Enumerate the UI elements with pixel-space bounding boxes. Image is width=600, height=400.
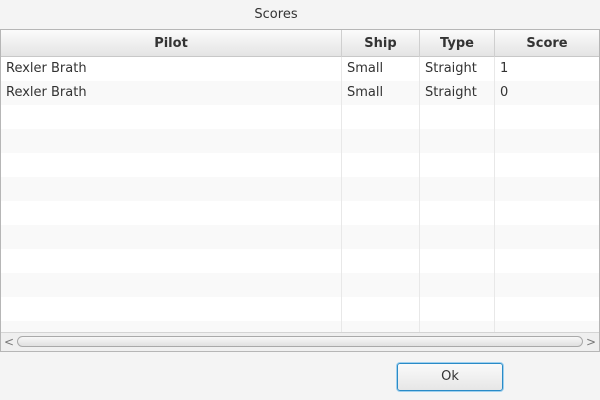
empty-cell bbox=[495, 297, 599, 321]
empty-cell bbox=[495, 201, 599, 225]
empty-row bbox=[1, 129, 599, 153]
empty-cell bbox=[342, 201, 420, 225]
scores-dialog: Scores Pilot Ship Type Score Rexler Brat… bbox=[0, 0, 600, 400]
empty-cell bbox=[1, 201, 342, 225]
empty-cell bbox=[342, 177, 420, 201]
empty-cell bbox=[1, 225, 342, 249]
scores-table[interactable]: Pilot Ship Type Score Rexler Brath Small… bbox=[0, 29, 600, 352]
pilot-cell: Rexler Brath bbox=[1, 81, 342, 105]
empty-row bbox=[1, 297, 599, 321]
empty-cell bbox=[420, 273, 495, 297]
empty-cell bbox=[342, 321, 420, 332]
empty-row bbox=[1, 249, 599, 273]
empty-row bbox=[1, 321, 599, 332]
empty-cell bbox=[495, 225, 599, 249]
empty-cell bbox=[1, 153, 342, 177]
empty-cell bbox=[495, 321, 599, 332]
empty-cell bbox=[420, 177, 495, 201]
empty-cell bbox=[495, 273, 599, 297]
empty-cell bbox=[420, 297, 495, 321]
empty-cell bbox=[420, 321, 495, 332]
empty-cell bbox=[420, 225, 495, 249]
pilot-cell: Rexler Brath bbox=[1, 57, 342, 81]
table-header: Pilot Ship Type Score bbox=[1, 30, 599, 57]
ship-cell: Small bbox=[342, 81, 420, 105]
table-body: Rexler Brath Small Straight 1 Rexler Bra… bbox=[1, 57, 599, 332]
scroll-right-icon[interactable]: > bbox=[584, 333, 598, 351]
empty-cell bbox=[342, 249, 420, 273]
empty-cell bbox=[495, 177, 599, 201]
ship-cell: Small bbox=[342, 57, 420, 81]
empty-row bbox=[1, 153, 599, 177]
empty-row bbox=[1, 273, 599, 297]
empty-cell bbox=[420, 129, 495, 153]
empty-cell bbox=[342, 225, 420, 249]
ok-button[interactable]: Ok bbox=[397, 363, 503, 391]
horizontal-scrollbar[interactable]: < > bbox=[1, 332, 599, 351]
empty-cell bbox=[342, 153, 420, 177]
dialog-title: Scores bbox=[254, 7, 298, 22]
type-cell: Straight bbox=[420, 81, 495, 105]
table-row[interactable]: Rexler Brath Small Straight 0 bbox=[1, 81, 599, 105]
empty-row bbox=[1, 177, 599, 201]
empty-cell bbox=[1, 321, 342, 332]
empty-cell bbox=[1, 249, 342, 273]
column-header-ship[interactable]: Ship bbox=[342, 30, 420, 57]
empty-cell bbox=[420, 201, 495, 225]
empty-cell bbox=[495, 105, 599, 129]
empty-cell bbox=[342, 129, 420, 153]
empty-cell bbox=[1, 129, 342, 153]
empty-cell bbox=[342, 297, 420, 321]
empty-cell bbox=[1, 273, 342, 297]
empty-cell bbox=[1, 177, 342, 201]
type-cell: Straight bbox=[420, 57, 495, 81]
score-cell: 0 bbox=[500, 85, 509, 100]
empty-cell bbox=[1, 297, 342, 321]
scrollbar-thumb[interactable] bbox=[17, 336, 583, 347]
table-row[interactable]: Rexler Brath Small Straight 1 bbox=[1, 57, 599, 81]
empty-row bbox=[1, 105, 599, 129]
empty-row bbox=[1, 225, 599, 249]
empty-cell bbox=[342, 273, 420, 297]
empty-cell bbox=[420, 153, 495, 177]
column-header-pilot[interactable]: Pilot bbox=[1, 30, 342, 57]
empty-cell bbox=[1, 105, 342, 129]
empty-cell bbox=[495, 153, 599, 177]
empty-cell bbox=[342, 105, 420, 129]
scroll-left-icon[interactable]: < bbox=[2, 333, 16, 351]
column-header-score[interactable]: Score bbox=[495, 30, 599, 57]
empty-cell bbox=[495, 249, 599, 273]
empty-row bbox=[1, 201, 599, 225]
score-cell: 1 bbox=[500, 61, 509, 76]
empty-cell bbox=[420, 105, 495, 129]
empty-cell bbox=[495, 129, 599, 153]
column-header-type[interactable]: Type bbox=[420, 30, 495, 57]
empty-cell bbox=[420, 249, 495, 273]
